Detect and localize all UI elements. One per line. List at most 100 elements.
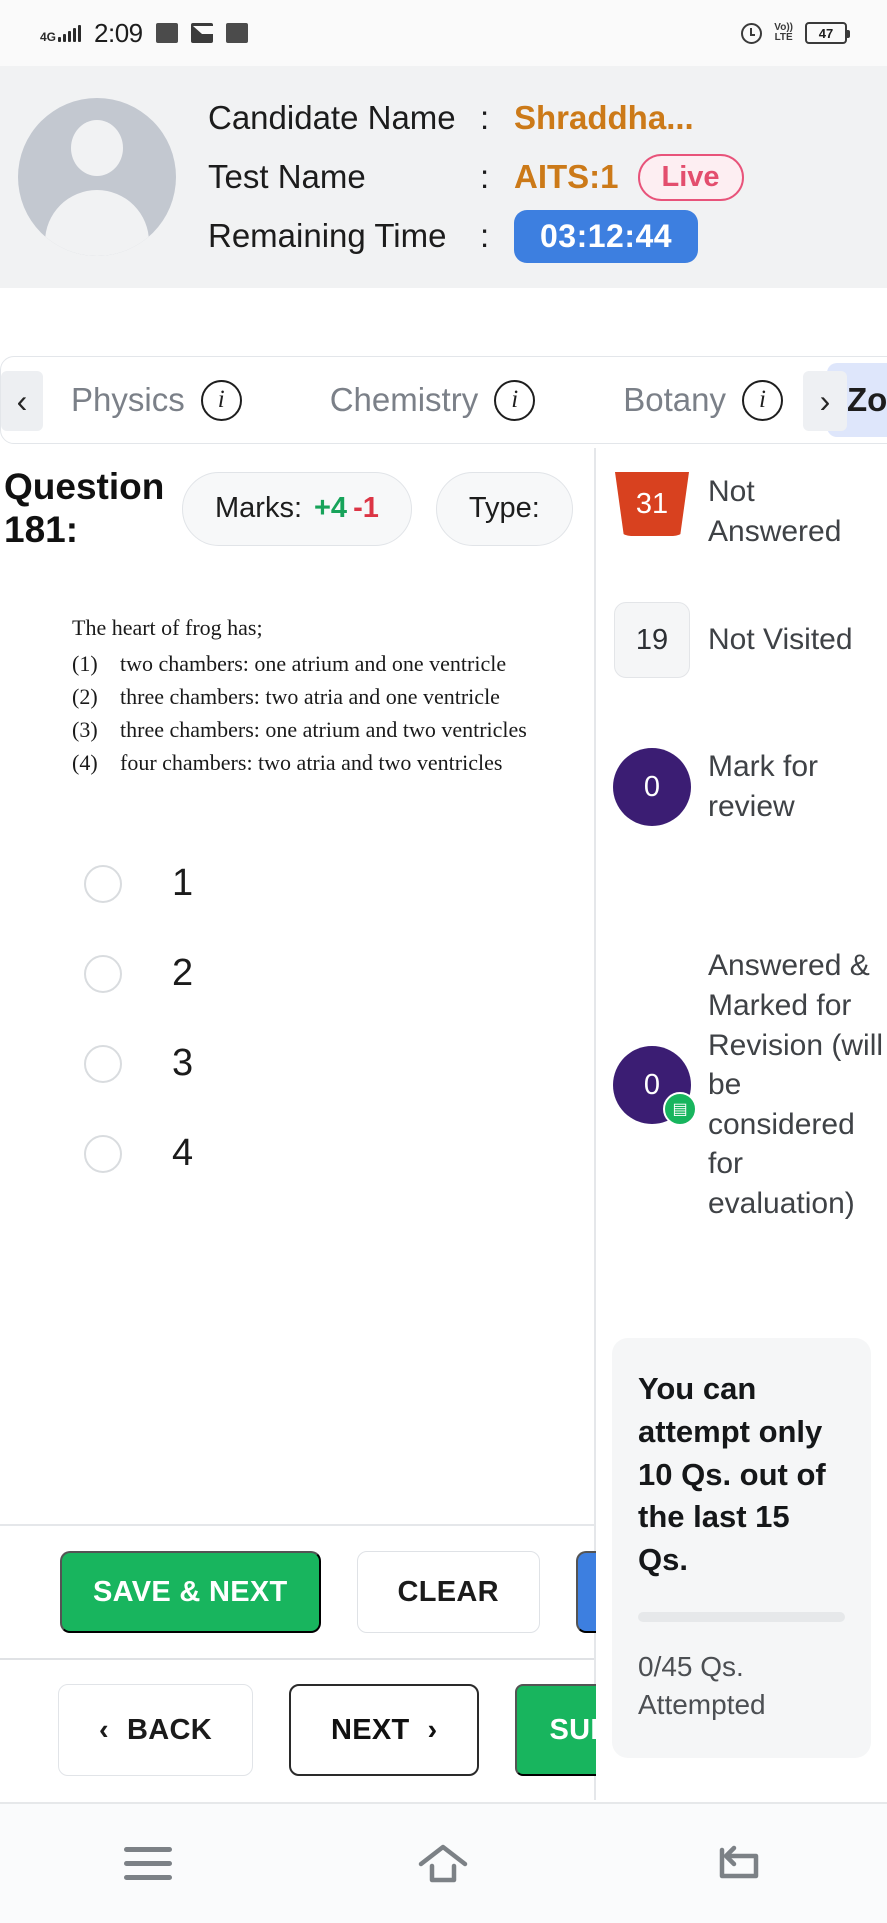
marks-negative: -1 xyxy=(353,492,379,525)
option-text: two chambers: one atrium and one ventric… xyxy=(120,651,507,677)
info-icon[interactable]: i xyxy=(200,379,242,421)
test-name-value: AITS:1 xyxy=(514,158,619,195)
status-bar-right: Vo)) LTE 47 xyxy=(741,22,850,44)
clear-button[interactable]: CLEAR xyxy=(356,1551,540,1633)
colon: : xyxy=(480,158,490,195)
volte-icon: Vo)) LTE xyxy=(774,22,793,43)
option-marker: (4) xyxy=(72,750,98,776)
type-chip: Type: xyxy=(435,471,573,546)
question-image: The heart of frog has; (1) two chambers:… xyxy=(72,615,594,776)
question-number: Question 181: xyxy=(4,466,165,550)
question-image-option: (1) two chambers: one atrium and one ven… xyxy=(72,651,594,677)
app-icon xyxy=(225,23,248,43)
nav-button-row: ‹ BACK NEXT › SUB xyxy=(0,1660,646,1800)
marker-count: 0 xyxy=(643,1068,661,1101)
attempted-count-text: 0/45 Qs. Attempted xyxy=(638,1650,766,1720)
tab-physics-label: Physics xyxy=(71,381,185,418)
exam-app-screen: 4G 2:09 Vo)) LTE 47 Candidate Name : Shr… xyxy=(0,0,887,1923)
home-icon[interactable] xyxy=(415,1836,471,1892)
type-label: Type: xyxy=(468,492,540,525)
answer-option-label: 3 xyxy=(172,1042,194,1085)
colon: : xyxy=(480,99,490,136)
live-status-badge: Live xyxy=(637,153,744,201)
info-icon[interactable]: i xyxy=(741,379,783,421)
status-legend: 31 Not Answered 19 Not Visited 0 Mark fo… xyxy=(596,448,887,1310)
attempt-notice-card: You can attempt only 10 Qs. out of the l… xyxy=(612,1338,871,1758)
legend-marker: 0 xyxy=(596,748,708,826)
tab-physics[interactable]: Physics i xyxy=(27,357,286,443)
remaining-time-row: Remaining Time : 03:12:44 xyxy=(208,209,744,263)
radio-icon[interactable] xyxy=(84,864,122,903)
legend-item-not-answered: 31 Not Answered xyxy=(596,466,887,566)
back-icon[interactable] xyxy=(711,1836,767,1892)
alarm-icon xyxy=(741,22,763,44)
answer-option-4[interactable]: 4 xyxy=(84,1132,594,1175)
answer-option-label: 2 xyxy=(172,952,194,995)
tabs-scroll-right-icon[interactable]: › xyxy=(803,371,847,431)
battery-icon: 47 xyxy=(805,22,850,44)
back-button-label: BACK xyxy=(126,1713,212,1746)
legend-label: Answered & Marked for Revision (will be … xyxy=(708,949,884,1220)
question-image-option: (2) three chambers: two atria and one ve… xyxy=(72,684,594,710)
option-text: three chambers: two atria and one ventri… xyxy=(120,684,500,710)
menu-icon[interactable] xyxy=(120,1836,176,1892)
option-text: four chambers: two atria and two ventric… xyxy=(120,750,503,776)
status-bar-clock: 2:09 xyxy=(94,17,143,48)
next-button[interactable]: NEXT › xyxy=(288,1684,480,1776)
action-button-row: SAVE & NEXT CLEAR SA xyxy=(0,1526,689,1658)
question-image-option: (4) four chambers: two atria and two ven… xyxy=(72,750,594,776)
tab-botany[interactable]: Botany i xyxy=(579,357,827,443)
marks-positive: +4 xyxy=(314,492,348,525)
back-button[interactable]: ‹ BACK xyxy=(58,1684,253,1776)
status-bar-left: 4G 2:09 xyxy=(40,18,248,49)
attempt-notice-text: You can attempt only 10 Qs. out of the l… xyxy=(638,1371,826,1578)
colon: : xyxy=(480,217,490,254)
radio-icon[interactable] xyxy=(84,954,122,993)
remaining-time-value: 03:12:44 xyxy=(514,209,699,263)
legend-item-answered-marked-review: 0 ▤ Answered & Marked for Revision (will… xyxy=(596,860,887,1310)
network-type-label: 4G xyxy=(40,29,57,44)
answer-option-2[interactable]: 2 xyxy=(84,952,594,995)
answer-option-3[interactable]: 3 xyxy=(84,1042,594,1085)
option-marker: (3) xyxy=(72,717,98,743)
legend-label: Mark for review xyxy=(708,750,819,823)
radio-icon[interactable] xyxy=(84,1134,122,1173)
tab-zoology-label: Zo xyxy=(846,381,887,418)
radio-icon[interactable] xyxy=(84,1044,122,1083)
candidate-header: Candidate Name : Shraddha... Test Name :… xyxy=(0,66,887,288)
tabs-scroll-left-icon[interactable]: ‹ xyxy=(1,371,43,431)
tab-chemistry[interactable]: Chemistry i xyxy=(286,357,580,443)
mark-for-review-marker-icon: 0 xyxy=(613,748,691,826)
answer-option-label: 4 xyxy=(172,1132,194,1175)
next-button-label: NEXT xyxy=(330,1713,410,1746)
legend-item-mark-for-review: 0 Mark for review xyxy=(596,714,887,860)
system-navigation-bar xyxy=(0,1802,887,1923)
save-and-next-button[interactable]: SAVE & NEXT xyxy=(60,1551,321,1633)
question-stem: The heart of frog has; xyxy=(72,615,263,641)
subject-tab-strip[interactable]: ‹ Physics i Chemistry i Botany i Zo › xyxy=(0,356,887,444)
not-visited-marker-icon: 19 xyxy=(614,602,690,678)
legend-label: Not Answered xyxy=(708,475,842,548)
option-text: three chambers: one atrium and two ventr… xyxy=(120,717,527,743)
info-icon[interactable]: i xyxy=(494,379,536,421)
candidate-info-rows: Candidate Name : Shraddha... Test Name :… xyxy=(208,96,744,263)
candidate-name-value: Shraddha... xyxy=(514,99,694,136)
test-name-row: Test Name : AITS:1 Live xyxy=(208,153,744,201)
test-name-label: Test Name xyxy=(208,158,366,195)
chevron-left-icon: ‹ xyxy=(99,1713,109,1746)
answer-option-1[interactable]: 1 xyxy=(84,862,594,905)
legend-marker: 31 xyxy=(596,472,708,536)
legend-marker: 19 xyxy=(596,602,708,678)
marks-label: Marks: xyxy=(215,492,302,525)
question-header-row: Question 181: Marks: +4 -1 Type: xyxy=(0,448,594,551)
answer-options: 1 2 3 4 xyxy=(0,862,594,1175)
tab-chemistry-label: Chemistry xyxy=(329,381,479,418)
answered-marked-marker-icon: 0 ▤ xyxy=(613,1046,697,1126)
not-answered-marker-icon: 31 xyxy=(615,472,689,536)
tab-botany-label: Botany xyxy=(623,381,726,418)
candidate-name-row: Candidate Name : Shraddha... xyxy=(208,96,744,140)
avatar xyxy=(18,98,176,256)
mail-icon xyxy=(190,23,229,43)
document-badge-icon: ▤ xyxy=(663,1092,697,1126)
answer-option-label: 1 xyxy=(172,862,194,905)
